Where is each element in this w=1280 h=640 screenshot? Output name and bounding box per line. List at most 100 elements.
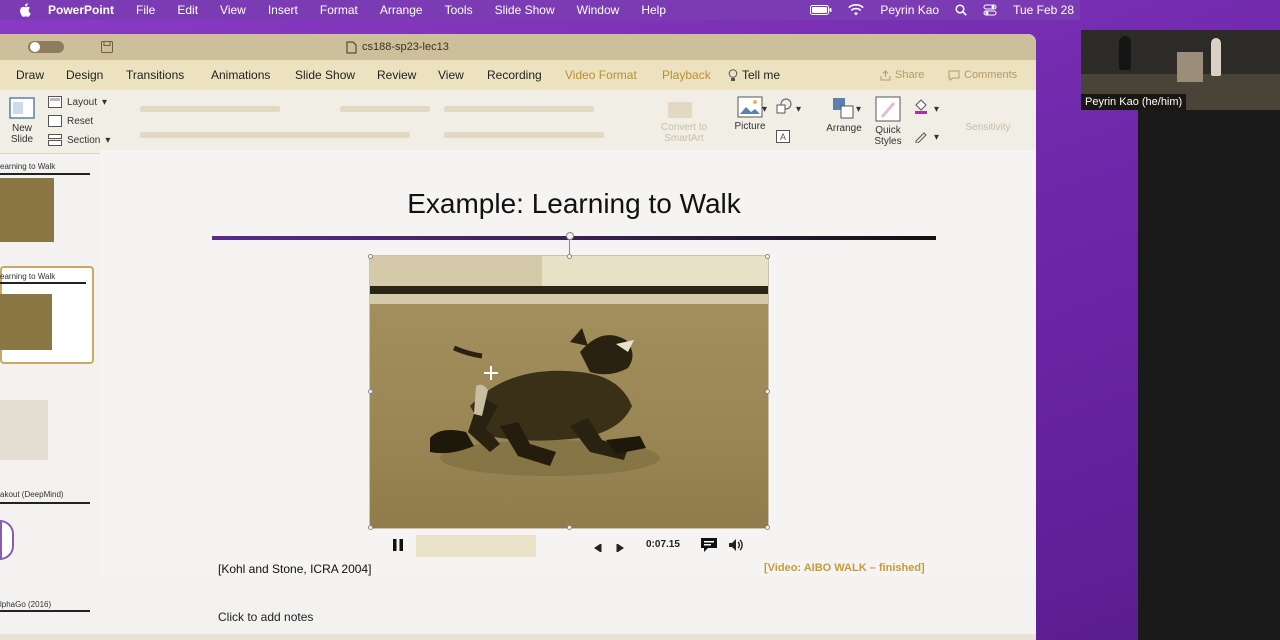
video-progress-bar[interactable] [416, 535, 536, 557]
tab-recording[interactable]: Recording [487, 60, 542, 90]
menu-insert[interactable]: Insert [268, 3, 298, 17]
pause-icon[interactable] [392, 538, 404, 557]
tab-design[interactable]: Design [66, 60, 103, 90]
save-icon[interactable] [100, 40, 114, 59]
paragraph-controls-disabled [444, 106, 594, 112]
resize-handle[interactable] [765, 389, 770, 394]
text-box-icon[interactable]: A [776, 130, 790, 146]
chevron-down-icon[interactable]: ▾ [762, 104, 767, 115]
chevron-down-icon[interactable]: ▾ [934, 132, 939, 143]
menubar-user-name[interactable]: Peyrin Kao [880, 3, 939, 17]
thumbnail-title-rule [0, 173, 90, 175]
menu-help[interactable]: Help [641, 3, 666, 17]
tab-slide-show[interactable]: Slide Show [295, 60, 355, 90]
new-slide-icon [9, 97, 35, 119]
chevron-down-icon: ▾ [102, 96, 108, 108]
picture-label: Picture [734, 121, 766, 132]
share-button[interactable]: Share [880, 60, 924, 90]
embedded-video[interactable] [369, 255, 769, 529]
ribbon-toolbar: New Slide Layout ▾ Reset Section ▾ Conve… [0, 90, 1036, 154]
tab-draw[interactable]: Draw [16, 60, 44, 90]
video-status-note[interactable]: [Video: AIBO WALK – finished] [764, 562, 925, 574]
control-center-icon[interactable] [983, 4, 997, 16]
slide-citation[interactable]: [Kohl and Stone, ICRA 2004] [218, 562, 371, 576]
battery-icon[interactable] [810, 5, 832, 15]
sensitivity-button[interactable]: Sensitivity [960, 122, 1016, 133]
shapes-icon[interactable] [776, 98, 792, 117]
tab-animations[interactable]: Animations [211, 60, 270, 90]
tab-transitions[interactable]: Transitions [126, 60, 184, 90]
fill-bucket-icon[interactable] [914, 98, 928, 117]
comments-button[interactable]: Comments [948, 60, 1017, 90]
menu-view[interactable]: View [220, 3, 246, 17]
slide-title[interactable]: Example: Learning to Walk [212, 188, 936, 220]
convert-to-smartart-button[interactable]: Convert to SmartArt [650, 122, 718, 144]
menu-edit[interactable]: Edit [177, 3, 198, 17]
thumbnail-slide[interactable] [0, 178, 54, 242]
resize-handle[interactable] [567, 525, 572, 530]
spotlight-search-icon[interactable] [955, 4, 967, 16]
menu-format[interactable]: Format [320, 3, 358, 17]
zoom-participant-video[interactable]: Peyrin Kao (he/him) [1081, 30, 1280, 110]
aibo-robot-dog [430, 328, 660, 476]
reset-icon [48, 115, 62, 127]
menu-window[interactable]: Window [577, 3, 620, 17]
layout-button[interactable]: Layout ▾ [48, 96, 107, 108]
convert-smartart-label: Convert to SmartArt [660, 122, 708, 144]
thumbnail-slide[interactable] [0, 520, 14, 560]
resize-handle[interactable] [368, 389, 373, 394]
menubar-app-name[interactable]: PowerPoint [48, 3, 114, 17]
chevron-down-icon[interactable]: ▾ [796, 104, 801, 115]
window-titlebar: cs188-sp23-lec13 [0, 34, 1036, 60]
dark-side-panel [1138, 110, 1280, 640]
video-playback-controls: 0:07.15 [370, 532, 768, 562]
autosave-toggle[interactable] [28, 41, 64, 53]
sensitivity-label: Sensitivity [965, 122, 1011, 133]
tab-review[interactable]: Review [377, 60, 416, 90]
lightbulb-icon [728, 68, 738, 81]
apple-icon[interactable] [18, 3, 32, 17]
tab-video-format[interactable]: Video Format [565, 60, 637, 90]
rotate-handle[interactable] [566, 232, 574, 240]
arrange-button[interactable]: Arrange [822, 96, 866, 134]
comment-icon [948, 70, 960, 81]
tab-view[interactable]: View [438, 60, 464, 90]
video-podium [1177, 52, 1203, 82]
captions-icon[interactable] [700, 537, 718, 558]
quick-styles-button[interactable]: Quick Styles [866, 96, 910, 147]
quick-styles-icon [875, 96, 901, 122]
resize-handle[interactable] [765, 254, 770, 259]
section-label: Section [67, 134, 101, 146]
mac-menubar: PowerPoint File Edit View Insert Format … [0, 0, 1080, 20]
reset-button[interactable]: Reset [48, 115, 93, 127]
resize-handle[interactable] [567, 254, 572, 259]
skip-forward-icon[interactable] [616, 540, 626, 558]
menu-arrange[interactable]: Arrange [380, 3, 423, 17]
notes-placeholder[interactable]: Click to add notes [218, 610, 313, 624]
smartart-icon [668, 102, 692, 118]
pen-line-icon[interactable] [914, 130, 928, 146]
resize-handle[interactable] [765, 525, 770, 530]
resize-handle[interactable] [368, 525, 373, 530]
chevron-down-icon[interactable]: ▾ [934, 104, 939, 115]
menu-slide-show[interactable]: Slide Show [495, 3, 555, 17]
thumbnail-slide[interactable] [0, 400, 48, 460]
menu-file[interactable]: File [136, 3, 155, 17]
chevron-down-icon[interactable]: ▾ [856, 104, 861, 115]
tell-me-search[interactable]: Tell me [728, 60, 780, 90]
new-slide-button[interactable]: New Slide [4, 96, 40, 145]
layout-icon [48, 96, 62, 108]
wifi-icon[interactable] [848, 4, 865, 16]
video-time-readout: 0:07.15 [646, 539, 680, 550]
menubar-datetime[interactable]: Tue Feb 28 [1013, 3, 1074, 17]
arrange-icon [833, 98, 854, 119]
volume-icon[interactable] [728, 538, 744, 557]
thumbnail-title: earning to Walk [0, 162, 56, 171]
section-button[interactable]: Section ▾ [48, 134, 110, 146]
resize-handle[interactable] [368, 254, 373, 259]
skip-back-icon[interactable] [592, 540, 602, 558]
tab-playback[interactable]: Playback [662, 60, 711, 90]
slide-canvas[interactable]: Example: Learning to Walk 0:07.15 [Kohl … [100, 150, 1036, 576]
status-bar [0, 634, 1036, 640]
menu-tools[interactable]: Tools [445, 3, 473, 17]
